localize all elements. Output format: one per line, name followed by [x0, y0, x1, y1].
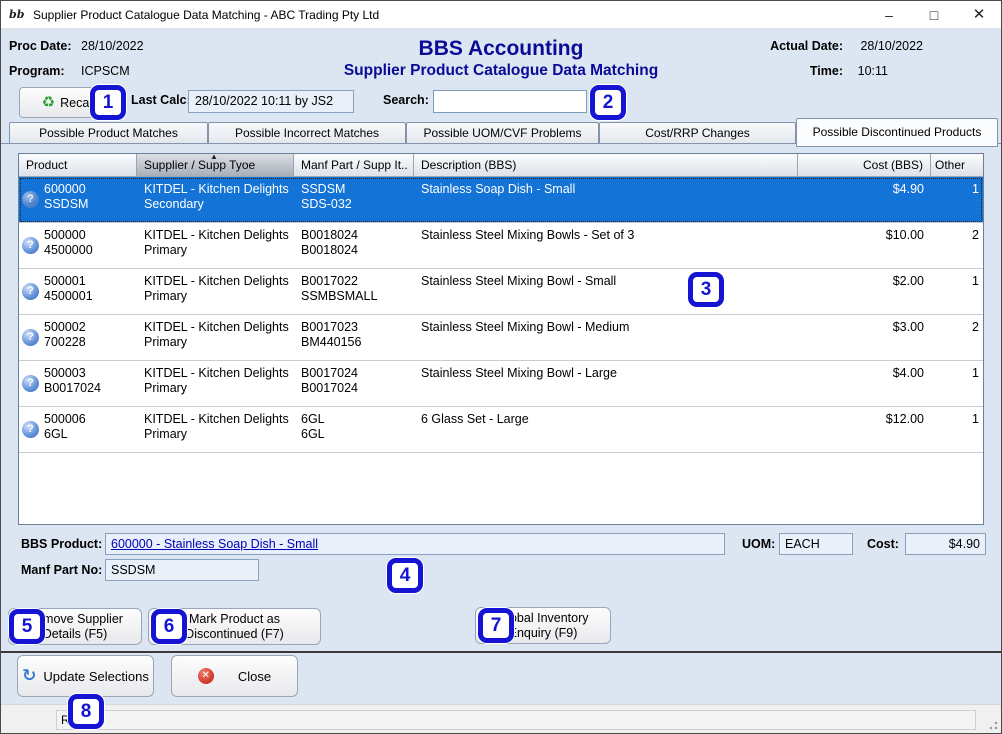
- bbs-product-label: BBS Product:: [21, 537, 102, 551]
- time-value: 10:11: [858, 64, 888, 78]
- close-button[interactable]: ✕ Close: [171, 655, 298, 697]
- actual-date-value: 28/10/2022: [860, 39, 923, 53]
- manf-part-no-label: Manf Part No:: [21, 563, 102, 577]
- last-calc-label: Last Calc:: [131, 93, 191, 107]
- status-bar: Ready: [1, 704, 1001, 733]
- close-window-button[interactable]: ✕: [957, 1, 1001, 29]
- manf-part-no-field: SSDSM: [105, 559, 259, 581]
- bbs-logo-icon: bb: [9, 6, 27, 24]
- results-table: Product ▲Supplier / Supp Tyoe Manf Part …: [18, 153, 984, 525]
- question-icon: ?: [22, 283, 39, 300]
- column-header-other[interactable]: Other S...: [931, 154, 983, 177]
- app-window: bb Supplier Product Catalogue Data Match…: [0, 0, 1002, 734]
- tab-possible-discontinued-products[interactable]: Possible Discontinued Products: [796, 118, 998, 147]
- update-selections-button[interactable]: ↻ Update Selections: [17, 655, 154, 697]
- sort-asc-icon: ▲: [210, 153, 218, 161]
- bbs-product-link[interactable]: 600000 - Stainless Soap Dish - Small: [111, 537, 318, 551]
- annotation-badge-2: 2: [590, 85, 626, 120]
- update-arrows-icon: ↻: [22, 666, 36, 686]
- table-row[interactable]: ? 500003B0017024 KITDEL - Kitchen Deligh…: [19, 361, 983, 407]
- close-button-label: Close: [238, 669, 271, 684]
- recycle-icon: ♻: [42, 94, 55, 111]
- cost-field: $4.90: [905, 533, 986, 555]
- section-divider: [1, 651, 1001, 653]
- column-header-manf-part[interactable]: Manf Part / Supp It..: [294, 154, 414, 177]
- tab-possible-uom-cvf-problems[interactable]: Possible UOM/CVF Problems: [406, 122, 599, 144]
- annotation-badge-7: 7: [478, 608, 514, 643]
- minimize-button[interactable]: –: [867, 1, 911, 29]
- search-label: Search:: [383, 93, 429, 107]
- column-header-cost[interactable]: Cost (BBS): [798, 154, 931, 177]
- actual-date-label: Actual Date:: [770, 39, 843, 53]
- annotation-badge-1: 1: [90, 85, 126, 120]
- resize-grip[interactable]: [988, 720, 998, 730]
- window-title: Supplier Product Catalogue Data Matching…: [33, 8, 379, 22]
- annotation-badge-3: 3: [688, 272, 724, 307]
- maximize-button[interactable]: □: [912, 1, 956, 29]
- annotation-badge-6: 6: [151, 609, 187, 644]
- question-icon: ?: [22, 421, 39, 438]
- bbs-product-field: 600000 - Stainless Soap Dish - Small: [105, 533, 725, 555]
- time-label: Time:: [810, 64, 843, 78]
- search-input[interactable]: [433, 90, 587, 113]
- uom-field: EACH: [779, 533, 853, 555]
- column-header-product[interactable]: Product: [19, 154, 137, 177]
- question-icon: ?: [22, 191, 39, 208]
- table-row[interactable]: ? 600000SSDSM KITDEL - Kitchen DelightsS…: [19, 177, 983, 223]
- column-header-description[interactable]: Description (BBS): [414, 154, 798, 177]
- cost-label: Cost:: [867, 537, 899, 551]
- page-title: Supplier Product Catalogue Data Matching: [1, 62, 1001, 80]
- annotation-badge-8: 8: [68, 694, 104, 729]
- update-selections-label: Update Selections: [43, 669, 149, 684]
- tab-cost-rrp-changes[interactable]: Cost/RRP Changes: [599, 122, 796, 144]
- annotation-badge-5: 5: [9, 609, 45, 644]
- question-icon: ?: [22, 329, 39, 346]
- status-text: Ready: [56, 710, 976, 730]
- tab-possible-incorrect-matches[interactable]: Possible Incorrect Matches: [208, 122, 406, 144]
- app-title: BBS Accounting: [1, 37, 1001, 61]
- table-row[interactable]: ? 500002700228 KITDEL - Kitchen Delights…: [19, 315, 983, 361]
- annotation-badge-4: 4: [387, 558, 423, 593]
- title-bar: bb Supplier Product Catalogue Data Match…: [1, 1, 1001, 29]
- table-row[interactable]: ? 5000004500000 KITDEL - Kitchen Delight…: [19, 223, 983, 269]
- tab-possible-product-matches[interactable]: Possible Product Matches: [9, 122, 208, 144]
- table-row[interactable]: ? 5000066GL KITDEL - Kitchen DelightsPri…: [19, 407, 983, 453]
- question-icon: ?: [22, 237, 39, 254]
- close-circle-icon: ✕: [198, 668, 214, 684]
- uom-label: UOM:: [742, 537, 775, 551]
- last-calc-value: 28/10/2022 10:11 by JS2: [188, 90, 354, 113]
- question-icon: ?: [22, 375, 39, 392]
- table-row[interactable]: ? 5000014500001 KITDEL - Kitchen Delight…: [19, 269, 983, 315]
- column-header-supplier[interactable]: ▲Supplier / Supp Tyoe: [137, 154, 294, 177]
